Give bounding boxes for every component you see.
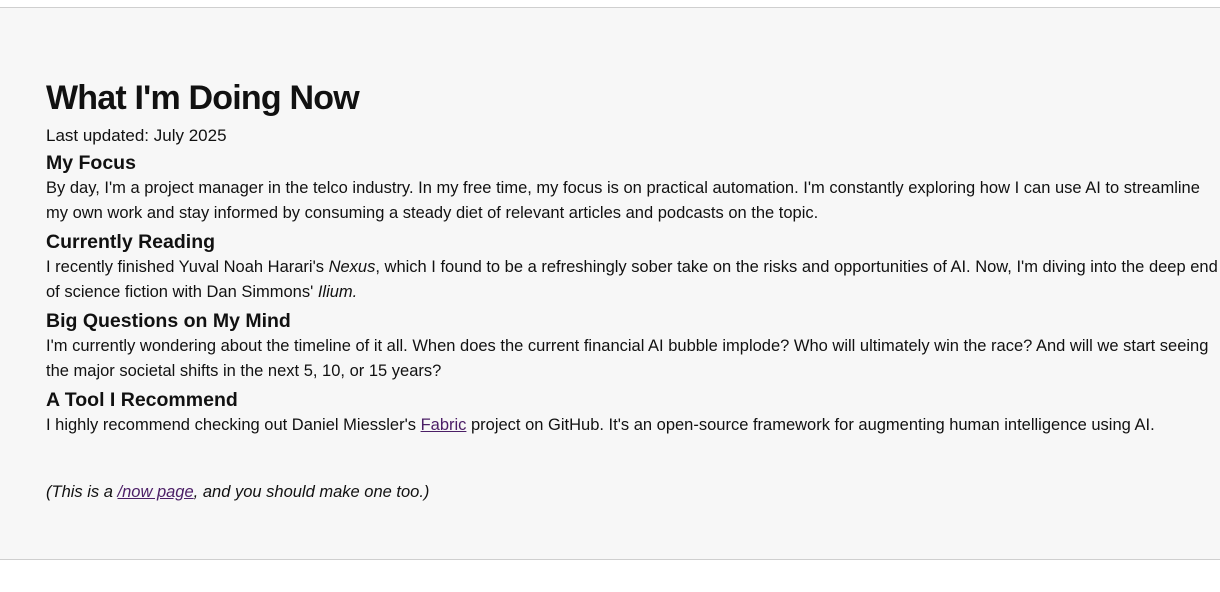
section-text: I recently finished Yuval Noah Harari's … xyxy=(46,255,1218,305)
section-currently-reading: Currently Reading I recently finished Yu… xyxy=(46,229,1218,305)
section-heading: Big Questions on My Mind xyxy=(46,310,291,332)
footer-prefix: (This is a xyxy=(46,483,118,501)
section-heading: A Tool I Recommend xyxy=(46,389,238,411)
section-big-questions: Big Questions on My Mind I'm currently w… xyxy=(46,308,1218,384)
page-title: What I'm Doing Now xyxy=(46,79,360,117)
section-my-focus: My Focus By day, I'm a project manager i… xyxy=(46,150,1218,226)
fabric-link[interactable]: Fabric xyxy=(421,416,467,434)
footer-note: (This is a /now page, and you should mak… xyxy=(46,480,429,504)
book-title-ilium: Ilium. xyxy=(317,283,358,301)
book-title-nexus: Nexus xyxy=(328,258,376,276)
section-heading: My Focus xyxy=(46,152,136,174)
tool-text-start: I highly recommend checking out Daniel M… xyxy=(46,416,421,434)
section-heading: Currently Reading xyxy=(46,231,216,253)
page-card: What I'm Doing Now Last updated: July 20… xyxy=(0,7,1220,560)
section-text: By day, I'm a project manager in the tel… xyxy=(46,179,1200,222)
last-updated: Last updated: July 2025 xyxy=(46,126,227,145)
now-page-link[interactable]: /now page xyxy=(118,483,194,501)
section-tool-recommend: A Tool I Recommend I highly recommend ch… xyxy=(46,387,1218,438)
tool-text-end: project on GitHub. It's an open-source f… xyxy=(466,416,1155,434)
footer-suffix: , and you should make one too.) xyxy=(193,483,430,501)
section-text: I highly recommend checking out Daniel M… xyxy=(46,413,1218,438)
section-text: I'm currently wondering about the timeli… xyxy=(46,337,1209,380)
reading-text-start: I recently finished Yuval Noah Harari's xyxy=(46,258,329,276)
